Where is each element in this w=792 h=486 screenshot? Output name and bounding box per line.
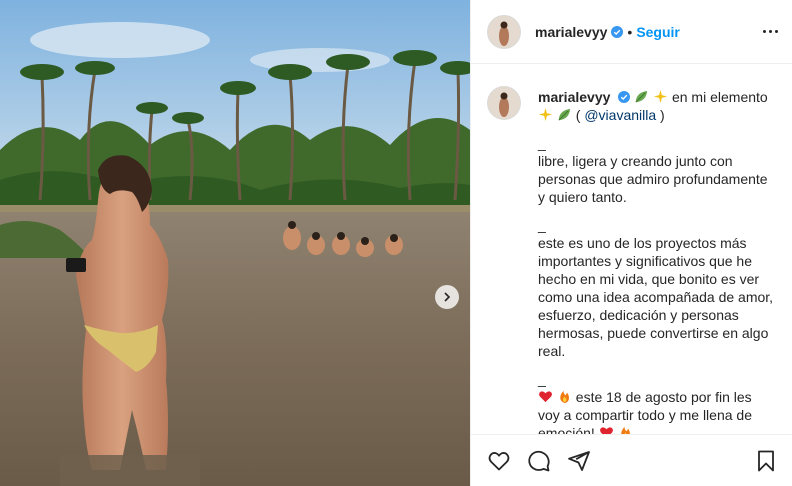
action-bar	[471, 434, 792, 486]
caption-username[interactable]: marialevyy	[538, 89, 610, 105]
avatar-image	[488, 15, 520, 48]
post-photo	[0, 0, 470, 486]
verified-badge-icon	[618, 91, 631, 103]
fire-emoji-icon	[560, 390, 569, 404]
follow-button[interactable]: Seguir	[636, 24, 680, 40]
verified-badge-icon	[611, 25, 624, 38]
avatar[interactable]	[487, 14, 521, 49]
caption-row: marialevyy en mi elemento ( @viavanilla	[487, 86, 776, 434]
paren-open: (	[575, 107, 581, 123]
post-username[interactable]: marialevyy	[535, 24, 607, 40]
red-heart-emoji-icon	[539, 391, 552, 403]
post-header: marialevyy • Seguir	[471, 0, 792, 64]
mention-link[interactable]: @viavanilla	[584, 107, 656, 123]
sparkles-emoji-icon	[654, 89, 668, 104]
separator: _	[538, 135, 546, 151]
fire-emoji-icon	[620, 426, 630, 434]
leaf-emoji-icon	[558, 108, 571, 121]
caption-line1: en mi elemento	[671, 89, 768, 105]
post-media[interactable]	[0, 0, 470, 486]
caption-area: marialevyy en mi elemento ( @viavanilla	[471, 64, 792, 434]
paper-plane-icon[interactable]	[567, 449, 591, 473]
caption-paragraph-2: este es uno de los proyectos más importa…	[538, 235, 774, 359]
avatar-image	[488, 87, 520, 119]
chevron-right-icon	[444, 292, 451, 302]
post-modal: marialevyy • Seguir marialevyy en mi ele…	[0, 0, 792, 486]
red-heart-emoji-icon	[599, 427, 613, 434]
comment-bubble-icon[interactable]	[527, 449, 551, 473]
separator: _	[538, 371, 546, 387]
bookmark-icon[interactable]	[754, 449, 778, 473]
sparkles-emoji-icon	[538, 107, 553, 122]
separator-dot: •	[627, 23, 633, 40]
caption-avatar[interactable]	[487, 86, 521, 120]
post-sidebar: marialevyy • Seguir marialevyy en mi ele…	[470, 0, 792, 486]
caption-paragraph-3-wrap: este 18 de agosto por fin les voy a comp…	[538, 388, 776, 434]
separator: _	[538, 217, 546, 233]
caption-text: marialevyy en mi elemento ( @viavanilla	[538, 88, 776, 434]
paren-close: )	[660, 107, 665, 123]
heart-outline-icon[interactable]	[487, 449, 511, 473]
next-media-button[interactable]	[435, 285, 459, 309]
leaf-emoji-icon	[635, 90, 648, 103]
more-options-icon[interactable]	[763, 30, 778, 33]
caption-paragraph-1: libre, ligera y creando junto con person…	[538, 153, 768, 205]
